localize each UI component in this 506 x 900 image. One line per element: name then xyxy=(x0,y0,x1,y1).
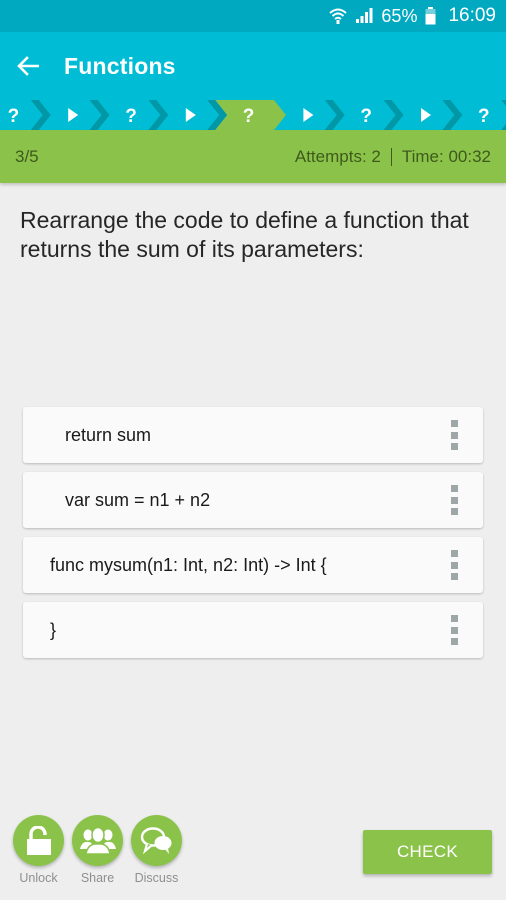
attempts-count: Attempts: 2 xyxy=(294,146,381,166)
divider xyxy=(390,147,392,166)
drag-handle-icon[interactable] xyxy=(451,420,459,450)
share-button[interactable]: Share xyxy=(72,815,123,885)
drag-handle-icon[interactable] xyxy=(451,550,459,580)
chat-bubbles-icon xyxy=(140,826,171,854)
unlock-label: Unlock xyxy=(19,871,58,885)
question-mark-icon: ? xyxy=(8,106,20,127)
code-line-item[interactable]: return sum xyxy=(23,407,483,463)
battery-percent: 65% xyxy=(381,5,418,26)
question-counter: 3/5 xyxy=(15,146,39,166)
question-mark-icon: ? xyxy=(125,106,137,127)
code-line-item[interactable]: var sum = n1 + n2 xyxy=(23,472,483,528)
code-line-text: func mysum(n1: Int, n2: Int) -> Int { xyxy=(50,554,327,575)
signal-icon xyxy=(355,8,373,24)
drag-handle-icon[interactable] xyxy=(451,615,459,645)
status-bar: 65% 16:09 xyxy=(0,0,506,32)
share-label: Share xyxy=(80,871,115,885)
helper-actions: Unlock Share Discuss xyxy=(13,815,182,885)
back-button[interactable] xyxy=(0,32,56,100)
code-rearrange-list: return sum var sum = n1 + n2 func mysum(… xyxy=(23,407,483,667)
quiz-info-bar: 3/5 Attempts: 2 Time: 00:32 xyxy=(0,130,506,183)
app-bar: Functions xyxy=(0,32,506,100)
question-mark-icon: ? xyxy=(243,106,255,127)
code-line-text: } xyxy=(50,619,57,640)
code-line-item[interactable]: } xyxy=(23,602,483,658)
discuss-label: Discuss xyxy=(134,871,179,885)
unlock-icon xyxy=(26,825,51,855)
battery-icon xyxy=(425,7,436,25)
page-title: Functions xyxy=(64,52,176,79)
wifi-icon xyxy=(329,7,348,25)
drag-handle-icon[interactable] xyxy=(451,485,459,515)
unlock-button[interactable]: Unlock xyxy=(13,815,64,885)
arrow-left-icon xyxy=(17,56,39,76)
clock: 16:09 xyxy=(448,5,496,26)
share-people-icon xyxy=(79,826,116,855)
lesson-progress-strip: ????? xyxy=(0,100,506,130)
discuss-button[interactable]: Discuss xyxy=(131,815,182,885)
code-line-text: var sum = n1 + n2 xyxy=(65,489,211,510)
elapsed-time: Time: 00:32 xyxy=(401,146,491,166)
question-mark-icon: ? xyxy=(360,106,372,127)
question-mark-icon: ? xyxy=(478,106,490,127)
check-button[interactable]: CHECK xyxy=(363,830,492,874)
code-line-text: return sum xyxy=(65,424,152,445)
code-line-item[interactable]: func mysum(n1: Int, n2: Int) -> Int { xyxy=(23,537,483,593)
question-text: Rearrange the code to define a function … xyxy=(20,207,469,262)
